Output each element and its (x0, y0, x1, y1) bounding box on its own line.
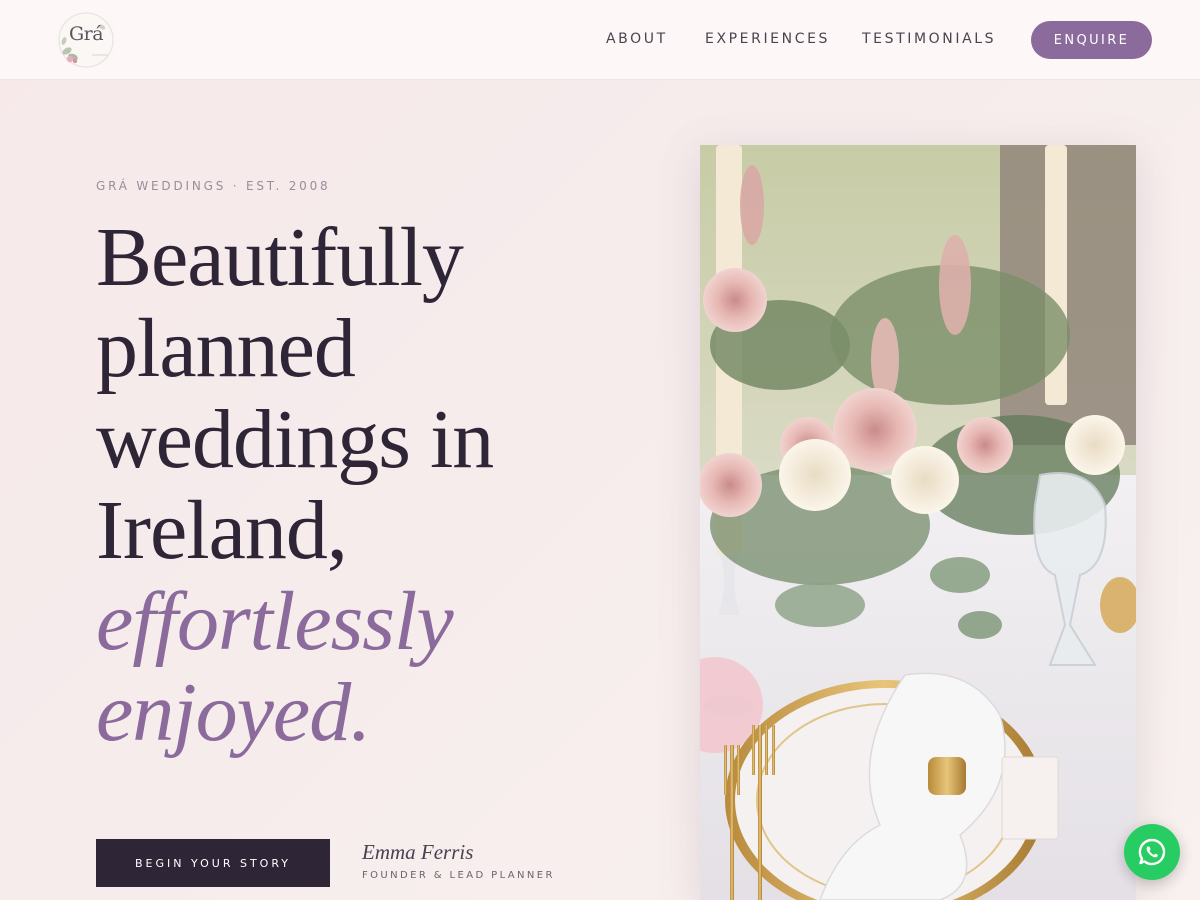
brand-logo[interactable]: Grá (56, 11, 116, 69)
founder-role: FOUNDER & LEAD PLANNER (362, 870, 555, 881)
table-setting-image (700, 145, 1136, 900)
nav-experiences[interactable]: EXPERIENCES (705, 31, 830, 47)
enquire-button[interactable]: ENQUIRE (1031, 21, 1152, 59)
headline-line: planned (96, 302, 356, 395)
hero-photo-table-setting (700, 145, 1136, 900)
hero-eyebrow: GRÁ WEDDINGS · EST. 2008 (96, 179, 331, 193)
hero-headline: Beautifully planned weddings in Ireland,… (96, 212, 656, 758)
whatsapp-icon (1138, 838, 1166, 866)
headline-line: weddings in (96, 393, 494, 486)
headline-accent-line: enjoyed. (96, 666, 371, 759)
headline-line: Ireland, (96, 484, 348, 577)
headline-line: Beautifully (96, 211, 464, 304)
headline-accent-line: effortlessly (96, 575, 454, 668)
founder-name: Emma Ferris (362, 840, 474, 864)
nav-about[interactable]: ABOUT (606, 31, 668, 47)
begin-your-story-button[interactable]: BEGIN YOUR STORY (96, 839, 330, 887)
nav-testimonials[interactable]: TESTIMONIALS (862, 31, 996, 47)
whatsapp-button[interactable] (1124, 824, 1180, 880)
logo-wordmark: Grá (68, 23, 104, 45)
site-header: Grá ABOUT EXPERIENCES TESTIMONIALS ENQUI… (0, 0, 1200, 80)
